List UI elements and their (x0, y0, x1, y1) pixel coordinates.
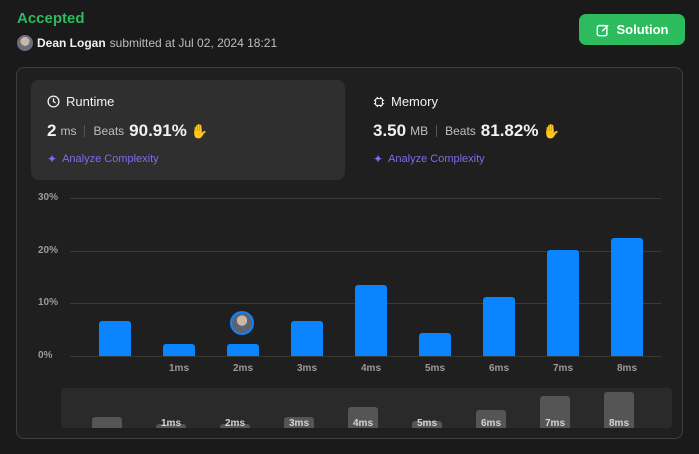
scrubber-label: 6ms (480, 418, 501, 428)
chart-bar[interactable] (163, 344, 195, 356)
clock-icon (47, 95, 60, 108)
sparkle-icon: ✦ (373, 152, 384, 166)
memory-unit: MB (410, 124, 429, 138)
scrubber-label: 3ms (288, 418, 309, 428)
divider (84, 125, 86, 137)
scrubber-bar (92, 417, 122, 428)
sparkle-icon: ✦ (47, 152, 58, 166)
memory-beats-label: Beats (445, 124, 476, 138)
runtime-unit: ms (60, 124, 77, 138)
your-submission-marker[interactable] (230, 311, 254, 335)
runtime-card[interactable]: Runtime 2 ms Beats 90.91% ✋ ✦ Analyze Co… (31, 80, 345, 180)
runtime-value: 2 (47, 121, 57, 140)
chart-bar[interactable] (99, 321, 131, 356)
submitted-text: submitted at Jul 02, 2024 18:21 (109, 36, 278, 50)
submission-info: Dean Logan submitted at Jul 02, 2024 18:… (17, 35, 277, 51)
chart-bar[interactable] (611, 237, 643, 356)
scrubber-label: 1ms (160, 418, 181, 428)
avatar[interactable] (17, 35, 33, 51)
clap-icon: ✋ (190, 122, 209, 139)
x-tick-label: 6ms (488, 363, 509, 374)
chart-bar[interactable] (419, 332, 451, 356)
chip-icon (373, 96, 385, 107)
y-tick-label: 10% (38, 297, 59, 309)
runtime-beats-pct: 90.91% (129, 121, 187, 140)
runtime-beats-label: Beats (93, 124, 125, 138)
memory-title: Memory (391, 94, 438, 109)
analyze-label: Analyze Complexity (62, 153, 159, 165)
scrubber-label: 4ms (352, 418, 373, 428)
x-tick-label: 1ms (168, 363, 189, 374)
runtime-title: Runtime (66, 94, 115, 109)
scrubber-label: 2ms (224, 418, 245, 428)
edit-icon (596, 24, 609, 36)
x-tick-label: 5ms (424, 363, 445, 374)
y-tick-label: 30% (38, 192, 59, 203)
x-tick-label: 2ms (232, 363, 253, 374)
scrubber-label: 8ms (608, 418, 629, 428)
chart-bar[interactable] (355, 285, 387, 356)
x-tick-label: 4ms (360, 363, 381, 374)
x-tick-label: 8ms (616, 363, 637, 374)
divider (436, 125, 438, 137)
x-tick-label: 3ms (296, 363, 317, 374)
memory-beats-pct: 81.82% (480, 121, 539, 140)
status-title: Accepted (17, 10, 85, 27)
solution-button-label: Solution (616, 22, 669, 37)
grid-line (70, 356, 661, 357)
memory-value: 3.50 (373, 121, 407, 140)
memory-card[interactable]: Memory 3.50 MB Beats 81.82% ✋ ✦ Analyze … (357, 80, 671, 180)
grid-line (70, 198, 661, 199)
x-tick-label: 7ms (552, 363, 573, 374)
scrubber-label: 5ms (416, 418, 437, 428)
chart-bar[interactable] (483, 297, 515, 356)
analyze-complexity-link[interactable]: ✦ Analyze Complexity (373, 152, 655, 166)
y-tick-label: 20% (38, 244, 59, 256)
chart-scrubber[interactable]: 1ms 2ms 3ms 4ms 5ms 6ms 7ms 8ms (61, 388, 672, 428)
chart-bar[interactable] (291, 321, 323, 356)
clap-icon: ✋ (542, 122, 560, 139)
chart-bar[interactable] (227, 344, 259, 356)
scrubber-label: 7ms (544, 418, 565, 428)
y-tick-label: 0% (38, 350, 53, 361)
analyze-complexity-link[interactable]: ✦ Analyze Complexity (47, 152, 329, 166)
chart-bar[interactable] (547, 249, 579, 356)
analyze-label: Analyze Complexity (388, 153, 485, 165)
username[interactable]: Dean Logan (37, 36, 106, 50)
solution-button[interactable]: Solution (579, 14, 685, 45)
